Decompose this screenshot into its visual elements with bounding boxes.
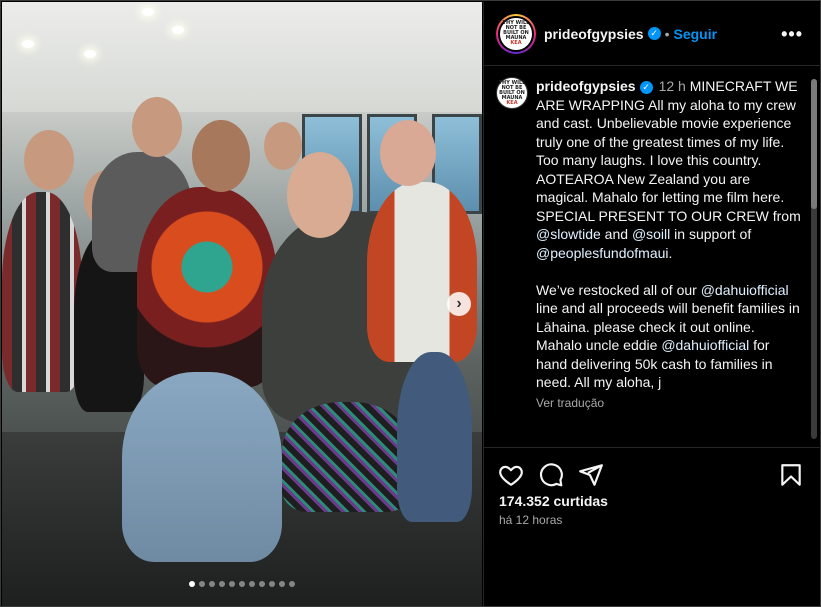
caption-text-segment: MINECRAFT WE ARE WRAPPING All my aloha t… [536,78,801,224]
caption-time[interactable]: 12 h [659,78,686,94]
avatar-logo-text: KEA [506,99,518,106]
caption-paragraph: MINECRAFT WE ARE WRAPPING All my aloha t… [536,78,801,261]
post-dialog: › THY WILL NOT BE BUILT ON MAUNA KEA prideof… [0,0,821,607]
post-header: THY WILL NOT BE BUILT ON MAUNA KEA prideofgy… [484,2,821,66]
caption-avatar[interactable]: THY WILL NOT BE BUILT ON MAUNA KEA [496,77,528,109]
scrollbar-thumb[interactable] [811,79,817,209]
carousel-dot [209,581,215,587]
more-options-icon[interactable]: ••• [781,24,803,45]
caption-text-segment: Mahalo uncle eddie [536,337,662,353]
header-username[interactable]: prideofgypsies [544,26,644,42]
photo-person [367,182,477,362]
caption-scroll-area[interactable]: THY WILL NOT BE BUILT ON MAUNA KEA prideofgy… [484,67,821,447]
photo-person [397,352,472,522]
photo-person-head [287,152,353,238]
carousel-dot [259,581,265,587]
carousel-dot [249,581,255,587]
avatar-logo: THY WILL NOT BE BUILT ON MAUNA KEA [498,15,534,52]
mention-link[interactable]: @dahuiofficial [701,282,789,298]
photo-person-head [24,130,74,190]
carousel-indicator [2,581,482,587]
photo-light [142,8,154,16]
photo-person-head [264,122,302,170]
caption-comment: THY WILL NOT BE BUILT ON MAUNA KEA prideofgy… [496,77,802,412]
photo-ceiling [2,2,482,112]
mention-link[interactable]: @peoplesfundofmaui [536,245,669,261]
mention-link[interactable]: @dahuiofficial [661,337,749,353]
carousel-dot [269,581,275,587]
carousel-dot [279,581,285,587]
avatar-logo-text: KEA [510,40,522,46]
action-bar [484,447,821,497]
photo-light [172,26,184,34]
photo-person-head [192,120,250,192]
post-timestamp[interactable]: há 12 horas [499,513,562,527]
carousel-dot [189,581,195,587]
bookmark-icon[interactable] [778,462,804,488]
post-sidebar: THY WILL NOT BE BUILT ON MAUNA KEA prideofgy… [483,2,821,606]
caption-text-segment: and [600,226,632,242]
photo-person [122,372,282,562]
carousel-dot [289,581,295,587]
photo-person [137,187,277,387]
caption-text: prideofgypsies ✓ 12 h MINECRAFT WE ARE WRA… [536,77,802,392]
caption-text-segment: line and all proceeds will benefit famil… [536,300,800,335]
mention-link[interactable]: @slowtide [536,226,601,242]
profile-avatar[interactable]: THY WILL NOT BE BUILT ON MAUNA KEA [496,13,536,54]
caption-text-segment: We’ve restocked all of our [536,281,701,298]
verified-badge-icon: ✓ [639,80,653,94]
comment-icon[interactable] [538,462,564,488]
carousel-dot [239,581,245,587]
photo-light [84,50,96,58]
caption-username[interactable]: prideofgypsies [536,78,636,94]
verified-badge-icon: ✓ [647,27,661,40]
separator-dot: • [664,25,670,42]
mention-link[interactable]: @soill [632,226,670,242]
see-translation-link[interactable]: Ver tradução [536,394,802,413]
follow-button[interactable]: Seguir [674,26,718,42]
caption-paragraph: We’ve restocked all of our @dahuiofficia… [536,282,800,335]
photo-person [2,192,82,392]
photo-person [282,402,412,512]
caption-paragraph: Mahalo uncle eddie @dahuiofficial for ha… [536,337,773,390]
photo-light [22,40,34,48]
carousel-dot [219,581,225,587]
post-photo[interactable]: › [2,2,482,606]
likes-count[interactable]: 174.352 curtidas [499,493,608,509]
photo-person-head [132,97,182,157]
send-icon[interactable] [578,462,604,488]
carousel-dot [199,581,205,587]
carousel-dot [229,581,235,587]
caption-text-segment: . [668,244,673,261]
caption-body: prideofgypsies ✓ 12 h MINECRAFT WE ARE WRA… [536,77,802,412]
photo-person-head [380,120,436,186]
caption-scrollbar[interactable] [811,79,817,439]
carousel-next-button[interactable]: › [447,292,471,316]
caption-text-segment: in support of [670,226,752,242]
avatar-logo: THY WILL NOT BE BUILT ON MAUNA KEA [496,77,528,109]
heart-icon[interactable] [498,462,524,488]
